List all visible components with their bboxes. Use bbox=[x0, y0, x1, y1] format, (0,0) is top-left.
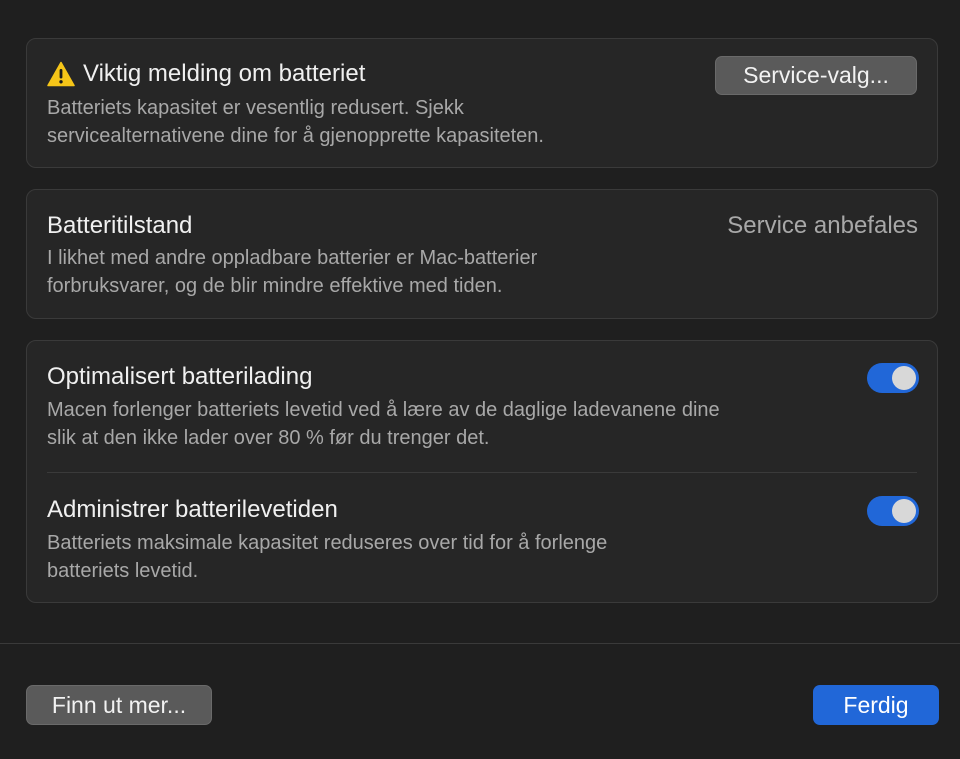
footer-divider bbox=[0, 643, 960, 644]
battery-health-dialog: Viktig melding om batteriet Batteriets k… bbox=[0, 0, 960, 759]
optimized-charging-title: Optimalisert batterilading bbox=[47, 363, 313, 390]
warning-title: Viktig melding om batteriet bbox=[83, 60, 366, 87]
toggle-knob bbox=[892, 499, 916, 523]
service-options-button[interactable]: Service-valg... bbox=[715, 56, 917, 95]
battery-management-description: Batteriets maksimale kapasitet reduseres… bbox=[47, 532, 608, 582]
settings-divider bbox=[47, 472, 917, 473]
battery-management-title: Administrer batterilevetiden bbox=[47, 496, 338, 523]
warning-triangle-icon bbox=[47, 61, 75, 87]
battery-health-description: I likhet med andre oppladbare batterier … bbox=[47, 247, 538, 297]
warning-description: Batteriets kapasitet er vesentlig reduse… bbox=[47, 97, 544, 147]
battery-warning-card: Viktig melding om batteriet Batteriets k… bbox=[26, 38, 938, 168]
done-button[interactable]: Ferdig bbox=[813, 685, 939, 725]
optimized-charging-description: Macen forlenger batteriets levetid ved å… bbox=[47, 399, 720, 449]
learn-more-button[interactable]: Finn ut mer... bbox=[26, 685, 212, 725]
battery-health-title: Batteritilstand bbox=[47, 212, 193, 239]
battery-management-toggle[interactable] bbox=[867, 496, 919, 526]
battery-settings-card: Optimalisert batterilading Macen forleng… bbox=[26, 340, 938, 603]
warning-title-row: Viktig melding om batteriet bbox=[47, 59, 365, 89]
optimized-charging-toggle[interactable] bbox=[867, 363, 919, 393]
battery-health-card: Batteritilstand Service anbefales I likh… bbox=[26, 189, 938, 319]
toggle-knob bbox=[892, 366, 916, 390]
battery-health-status: Service anbefales bbox=[727, 212, 918, 239]
